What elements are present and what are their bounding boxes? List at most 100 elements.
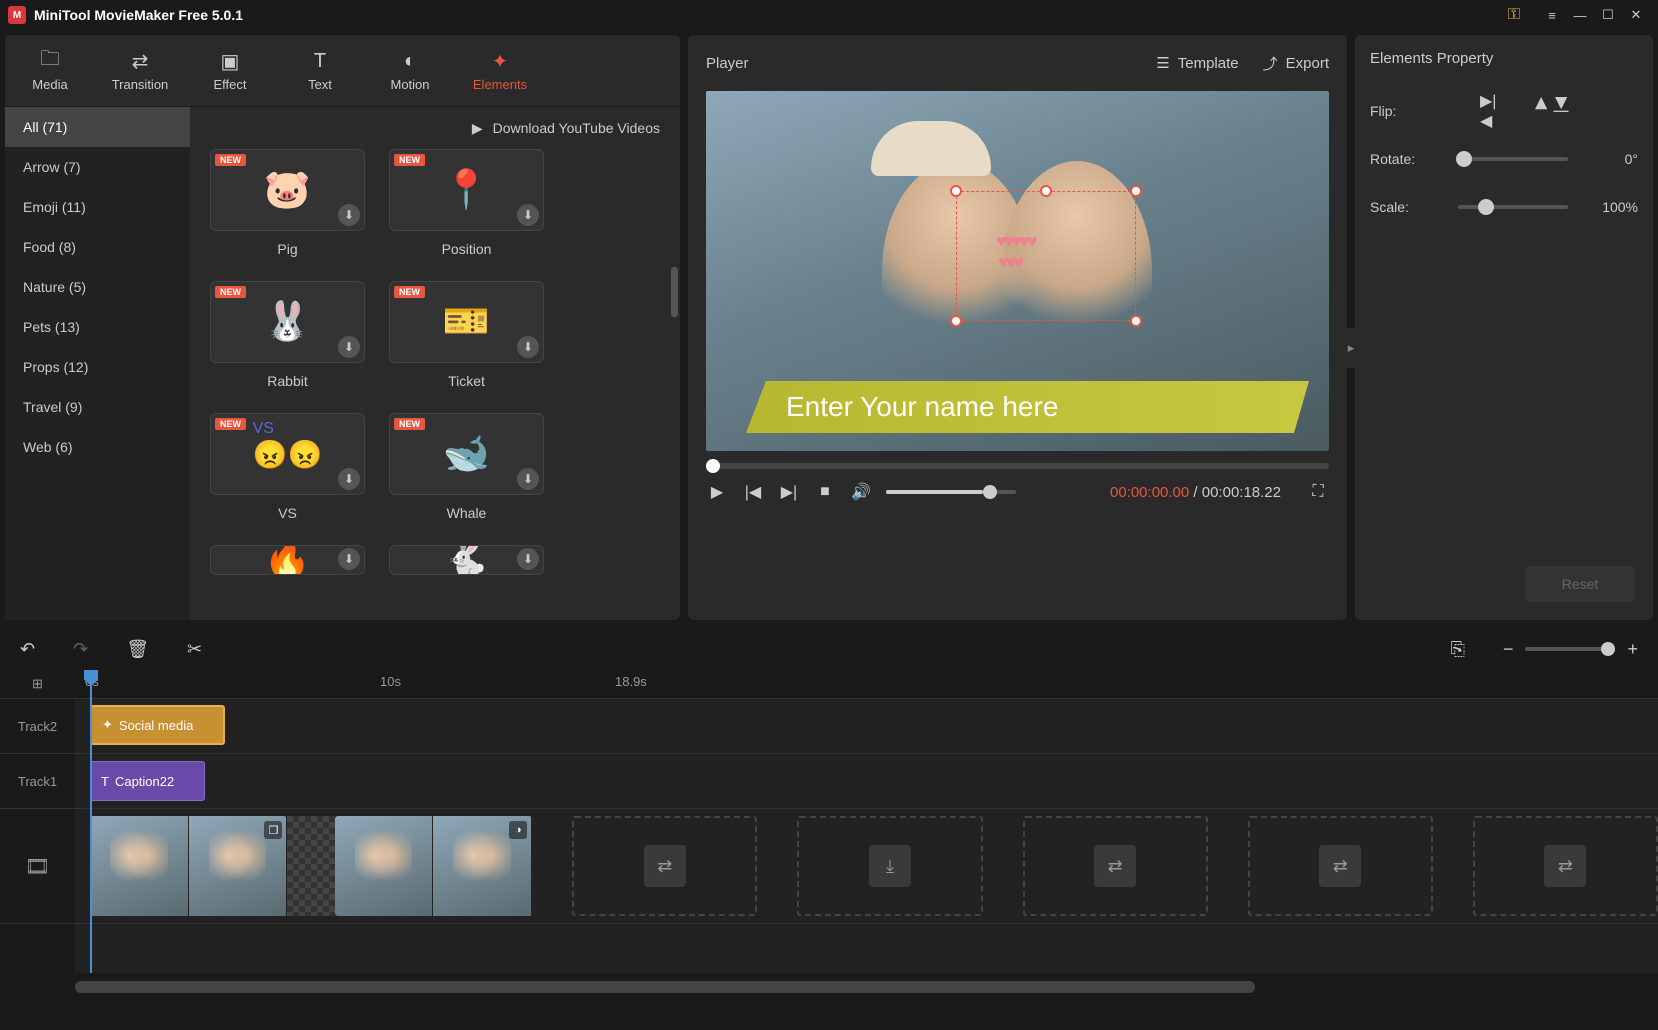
empty-slot[interactable]: ⇄: [1023, 816, 1208, 916]
delete-button[interactable]: 🗑: [126, 639, 149, 660]
category-web[interactable]: Web (6): [5, 427, 190, 467]
rotate-slider[interactable]: [1458, 157, 1568, 161]
swap-icon: ⇄: [644, 845, 686, 887]
zoom-in-button[interactable]: +: [1627, 639, 1638, 660]
video-clip-1[interactable]: ❐: [90, 816, 287, 916]
download-icon[interactable]: ⬇: [338, 336, 360, 358]
element-card-7[interactable]: 🐇⬇: [389, 545, 544, 575]
video-track[interactable]: ❐ ◑ ⇄ ⤓ ⇄ ⇄ ⇄: [75, 808, 1658, 923]
download-icon[interactable]: ⬇: [517, 204, 539, 226]
tab-elements[interactable]: ✦ Elements: [455, 43, 545, 98]
fit-button[interactable]: ⎘: [1451, 639, 1465, 660]
next-frame-button[interactable]: ▶|: [778, 481, 800, 503]
category-nature[interactable]: Nature (5): [5, 267, 190, 307]
elements-icon: ✦: [455, 49, 545, 73]
app-logo: M: [8, 6, 26, 24]
playhead[interactable]: [90, 670, 92, 973]
category-emoji[interactable]: Emoji (11): [5, 187, 190, 227]
element-card-Pig[interactable]: NEW🐷⬇Pig: [210, 149, 365, 257]
download-icon[interactable]: ⬇: [338, 468, 360, 490]
progress-bar[interactable]: [706, 463, 1329, 469]
download-youtube-link[interactable]: ▶ Download YouTube Videos: [190, 107, 680, 149]
scale-slider[interactable]: [1458, 205, 1568, 209]
volume-icon[interactable]: 🔊: [850, 481, 872, 503]
transition-slot[interactable]: [287, 816, 334, 916]
text-icon: T: [275, 49, 365, 73]
reset-button[interactable]: Reset: [1525, 566, 1635, 602]
volume-slider[interactable]: [886, 490, 1016, 494]
stop-button[interactable]: ■: [814, 481, 836, 503]
element-card-6[interactable]: 🔥⬇: [210, 545, 365, 575]
element-card-Ticket[interactable]: NEW🎫⬇Ticket: [389, 281, 544, 389]
close-button[interactable]: ✕: [1622, 1, 1650, 29]
text-icon: T: [101, 774, 109, 789]
progress-knob[interactable]: [706, 459, 720, 473]
maximize-button[interactable]: ☐: [1594, 1, 1622, 29]
empty-slot[interactable]: ⇄: [572, 816, 757, 916]
export-button[interactable]: ⤴ Export: [1263, 53, 1329, 74]
category-food[interactable]: Food (8): [5, 227, 190, 267]
new-badge: NEW: [215, 286, 246, 298]
flip-horizontal-button[interactable]: ▶|◀: [1480, 97, 1508, 125]
element-card-Whale[interactable]: NEW🐋⬇Whale: [389, 413, 544, 521]
swap-icon: ⇄: [1319, 845, 1361, 887]
play-button[interactable]: ▶: [706, 481, 728, 503]
audio-track[interactable]: [75, 923, 1658, 973]
empty-slot[interactable]: ⤓: [797, 816, 982, 916]
download-icon[interactable]: ⬇: [517, 468, 539, 490]
elements-icon: ✦: [102, 717, 113, 733]
tab-motion[interactable]: ◐ Motion: [365, 43, 455, 98]
empty-slot[interactable]: ⇄: [1248, 816, 1433, 916]
clip-badge-icon: ◑: [509, 821, 527, 839]
split-button[interactable]: ✂: [187, 639, 202, 660]
category-pets[interactable]: Pets (13): [5, 307, 190, 347]
panel-collapse-handle[interactable]: ▸: [1347, 328, 1355, 368]
download-icon[interactable]: ⬇: [517, 548, 539, 570]
fullscreen-button[interactable]: ⛶: [1307, 481, 1329, 503]
redo-button[interactable]: ↷: [73, 639, 88, 660]
tab-transition[interactable]: ⇄ Transition: [95, 43, 185, 98]
element-card-VS[interactable]: NEWVS😠😠⬇VS: [210, 413, 365, 521]
new-badge: NEW: [215, 154, 246, 166]
category-arrow[interactable]: Arrow (7): [5, 147, 190, 187]
swap-icon: ⇄: [95, 49, 185, 73]
elements-grid: NEW🐷⬇PigNEW📍⬇PositionNEW🐰⬇RabbitNEW🎫⬇Tic…: [190, 149, 680, 620]
category-all[interactable]: All (71): [5, 107, 190, 147]
tab-effect[interactable]: ▣ Effect: [185, 43, 275, 98]
empty-slot[interactable]: ⇄: [1473, 816, 1658, 916]
undo-button[interactable]: ↶: [20, 639, 35, 660]
video-clip-2[interactable]: ◑: [335, 816, 532, 916]
folder-icon: 🗀: [5, 49, 95, 73]
track1[interactable]: T Caption22: [75, 753, 1658, 808]
element-card-Rabbit[interactable]: NEW🐰⬇Rabbit: [210, 281, 365, 389]
flip-vertical-button[interactable]: ▶|◀: [1538, 97, 1566, 125]
elements-scrollbar[interactable]: [671, 267, 678, 317]
track2[interactable]: ✦ Social media: [75, 698, 1658, 753]
download-icon[interactable]: ⬇: [338, 204, 360, 226]
prev-frame-button[interactable]: |◀: [742, 481, 764, 503]
timeline-scrollbar[interactable]: [75, 981, 1648, 993]
preview-canvas[interactable]: ♥♥♥♥♥ ♥♥♥ Enter Your name here: [706, 91, 1329, 451]
new-badge: NEW: [394, 286, 425, 298]
download-icon[interactable]: ⬇: [338, 548, 360, 570]
tab-text[interactable]: T Text: [275, 43, 365, 98]
timecode: 00:00:00.00 / 00:00:18.22: [1110, 484, 1281, 501]
zoom-out-button[interactable]: −: [1503, 639, 1514, 660]
license-key-icon[interactable]: ⚿: [1500, 1, 1528, 29]
caption-overlay[interactable]: Enter Your name here: [746, 381, 1309, 433]
time-ruler[interactable]: 0s 10s 18.9s: [75, 670, 1658, 698]
menu-icon[interactable]: ≡: [1538, 1, 1566, 29]
template-button[interactable]: ☰ Template: [1156, 54, 1238, 72]
selection-box[interactable]: [956, 191, 1136, 321]
title-bar: M MiniTool MovieMaker Free 5.0.1 ⚿ ≡ — ☐…: [0, 0, 1658, 30]
category-travel[interactable]: Travel (9): [5, 387, 190, 427]
download-icon[interactable]: ⬇: [517, 336, 539, 358]
clip-caption22[interactable]: T Caption22: [90, 761, 205, 801]
tab-media[interactable]: 🗀 Media: [5, 43, 95, 98]
category-props[interactable]: Props (12): [5, 347, 190, 387]
clip-social-media[interactable]: ✦ Social media: [90, 705, 225, 745]
zoom-slider[interactable]: [1525, 647, 1615, 651]
add-track-button[interactable]: ⊞: [0, 670, 75, 698]
element-card-Position[interactable]: NEW📍⬇Position: [389, 149, 544, 257]
minimize-button[interactable]: —: [1566, 1, 1594, 29]
